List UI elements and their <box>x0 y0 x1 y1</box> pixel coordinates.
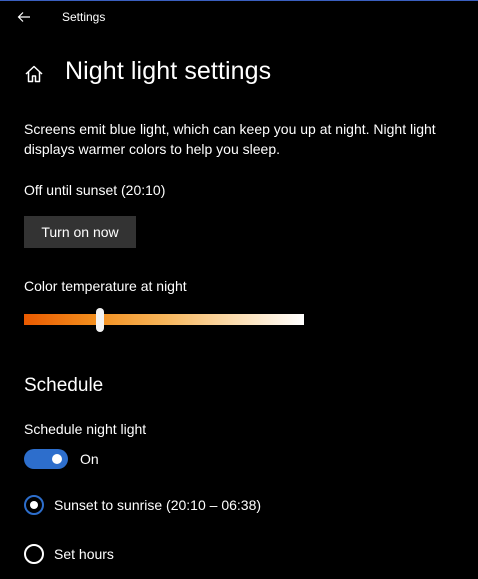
color-temperature-track[interactable] <box>24 314 304 325</box>
color-temperature-thumb[interactable] <box>96 308 104 332</box>
radio-label-sunset-to-sunrise: Sunset to sunrise (20:10 – 06:38) <box>54 497 262 513</box>
color-temperature-slider[interactable] <box>24 308 304 332</box>
toggle-state-label: On <box>80 451 99 467</box>
back-button[interactable] <box>14 7 34 27</box>
toggle-knob <box>52 454 62 464</box>
radio-sunset-to-sunrise[interactable]: Sunset to sunrise (20:10 – 06:38) <box>24 494 261 516</box>
radio-button-unselected[interactable] <box>24 544 44 564</box>
app-title: Settings <box>62 10 106 24</box>
schedule-night-light-toggle[interactable] <box>24 449 68 469</box>
radio-button-selected[interactable] <box>24 495 44 515</box>
night-light-status: Off until sunset (20:10) <box>24 182 166 198</box>
title-bar: Settings <box>0 0 478 32</box>
home-icon <box>25 65 43 83</box>
radio-set-hours[interactable]: Set hours <box>24 543 114 565</box>
schedule-night-light-label: Schedule night light <box>24 421 147 437</box>
color-temperature-label: Color temperature at night <box>24 278 187 294</box>
schedule-heading: Schedule <box>24 375 104 396</box>
back-arrow-icon <box>17 12 30 22</box>
radio-dot <box>30 501 38 509</box>
radio-label-set-hours: Set hours <box>54 546 114 562</box>
page-title: Night light settings <box>65 57 272 85</box>
page-description: Screens emit blue light, which can keep … <box>24 121 436 157</box>
turn-on-now-button[interactable]: Turn on now <box>24 216 136 248</box>
